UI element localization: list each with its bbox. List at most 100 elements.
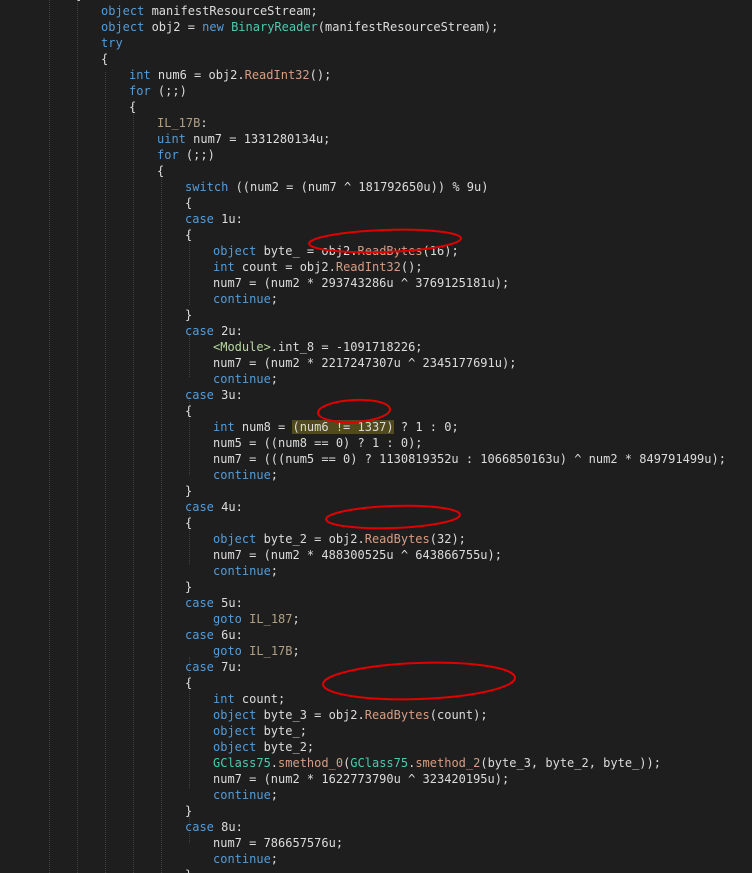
code-token: ;: [270, 788, 279, 802]
code-line: goto IL_187;: [213, 611, 300, 627]
code-line: case 6u:: [185, 627, 243, 643]
code-line: GClass75.smethod_0(GClass75.smethod_2(by…: [213, 755, 661, 771]
code-token: byte_3 = obj2.: [256, 708, 365, 722]
code-token: object: [213, 724, 257, 738]
code-token: (;;): [178, 148, 215, 162]
code-token: int: [129, 68, 151, 82]
code-line: int count;: [213, 691, 285, 707]
code-token: {: [185, 516, 193, 530]
code-line: continue;: [213, 371, 278, 387]
code-token: byte_ = obj2.: [256, 244, 358, 258]
code-token: 8u:: [213, 820, 243, 834]
code-token: ((num2 = (num7 ^ 181792650u)) % 9u): [228, 180, 489, 194]
code-token: uint: [157, 132, 186, 146]
code-token: num7 = 786657576u;: [213, 836, 344, 850]
code-line: {: [74, 0, 81, 3]
code-line: object byte_2;: [213, 739, 314, 755]
code-line: {: [185, 403, 192, 419]
code-token: (manifestResourceStream);: [317, 20, 499, 34]
code-token: ReadBytes: [364, 708, 430, 722]
code-token: continue: [213, 788, 271, 802]
code-token: GClass75: [213, 756, 271, 770]
code-line: num7 = 786657576u;: [213, 835, 343, 851]
code-token: {: [101, 52, 109, 66]
code-line: object obj2 = new BinaryReader(manifestR…: [101, 19, 498, 35]
code-token: 1u:: [213, 212, 243, 226]
code-line: }: [185, 307, 192, 323]
code-line: continue;: [213, 563, 278, 579]
code-token: count = obj2.: [234, 260, 336, 274]
code-token: {: [185, 404, 193, 418]
code-line: num7 = (num2 * 2217247307u ^ 2345177691u…: [213, 355, 516, 371]
code-token: }: [185, 308, 193, 322]
code-line: IL_17B:: [157, 115, 208, 131]
code-token: 7u:: [213, 660, 243, 674]
code-line: }: [185, 867, 192, 873]
annotation-circle-readbytes-32: [325, 504, 461, 530]
code-token: ();: [309, 68, 332, 82]
code-line: {: [129, 99, 136, 115]
code-line: }: [185, 803, 192, 819]
code-token: num7 = (((num5 == 0) ? 1130819352u : 106…: [213, 452, 726, 466]
code-token: :: [200, 116, 208, 130]
code-token: ();: [400, 260, 423, 274]
code-token: (count);: [429, 708, 488, 722]
code-token: object: [101, 20, 145, 34]
code-token: switch: [185, 180, 229, 194]
code-token: new: [202, 20, 224, 34]
code-token: for: [129, 84, 151, 98]
code-line: {: [101, 51, 108, 67]
code-token: 4u:: [213, 500, 243, 514]
code-token: ;: [270, 292, 279, 306]
code-line: int count = obj2.ReadInt32();: [213, 259, 423, 275]
code-line: case 2u:: [185, 323, 243, 339]
indent-guide: [49, 0, 50, 873]
code-token: {: [185, 676, 193, 690]
code-token: int: [213, 420, 235, 434]
code-token: .int_8 = -1091718226;: [270, 340, 423, 354]
code-line: for (;;): [157, 147, 215, 163]
code-token: {: [74, 0, 81, 2]
code-token: manifestResourceStream;: [144, 4, 318, 18]
code-token: num7 = (num2 * 293743286u ^ 3769125181u)…: [213, 276, 510, 290]
code-token: ;: [270, 564, 279, 578]
code-line: {: [185, 515, 192, 531]
code-token: ;: [270, 852, 279, 866]
code-line: }: [185, 483, 192, 499]
code-line: {: [157, 163, 164, 179]
code-token: <Module>: [213, 340, 271, 354]
code-token: {: [185, 228, 193, 242]
code-token: num6 = obj2.: [150, 68, 245, 82]
code-token: (byte_3, byte_2, byte_));: [480, 756, 661, 770]
code-line: case 8u:: [185, 819, 243, 835]
highlighted-token: (num6 != 1337): [292, 420, 394, 434]
code-token: 2u:: [213, 324, 243, 338]
annotation-circle-readbytes-count: [322, 661, 516, 701]
code-token: byte_2;: [256, 740, 315, 754]
code-token: }: [185, 804, 193, 818]
code-token: .: [270, 756, 279, 770]
code-token: object: [213, 244, 257, 258]
code-token: 6u:: [213, 628, 243, 642]
code-line: try: [101, 35, 123, 51]
code-line: object byte_2 = obj2.ReadBytes(32);: [213, 531, 466, 547]
code-token: case: [185, 660, 214, 674]
code-line: int num8 = (num6 != 1337) ? 1 : 0;: [213, 419, 459, 435]
code-line: case 1u:: [185, 211, 243, 227]
code-token: }: [185, 868, 192, 873]
code-token: ReadBytes: [364, 532, 430, 546]
code-line: continue;: [213, 851, 278, 867]
code-token: smethod_2: [415, 756, 481, 770]
code-editor[interactable]: {object manifestResourceStream;object ob…: [0, 0, 752, 873]
code-token: case: [185, 596, 214, 610]
code-line: continue;: [213, 291, 278, 307]
code-token: num8 =: [234, 420, 293, 434]
code-token: case: [185, 820, 214, 834]
code-token: }: [185, 580, 193, 594]
code-token: for: [157, 148, 179, 162]
code-token: int: [213, 692, 235, 706]
code-token: (16);: [422, 244, 459, 258]
code-line: }: [185, 579, 192, 595]
indent-guide: [161, 176, 162, 873]
code-line: case 3u:: [185, 387, 243, 403]
